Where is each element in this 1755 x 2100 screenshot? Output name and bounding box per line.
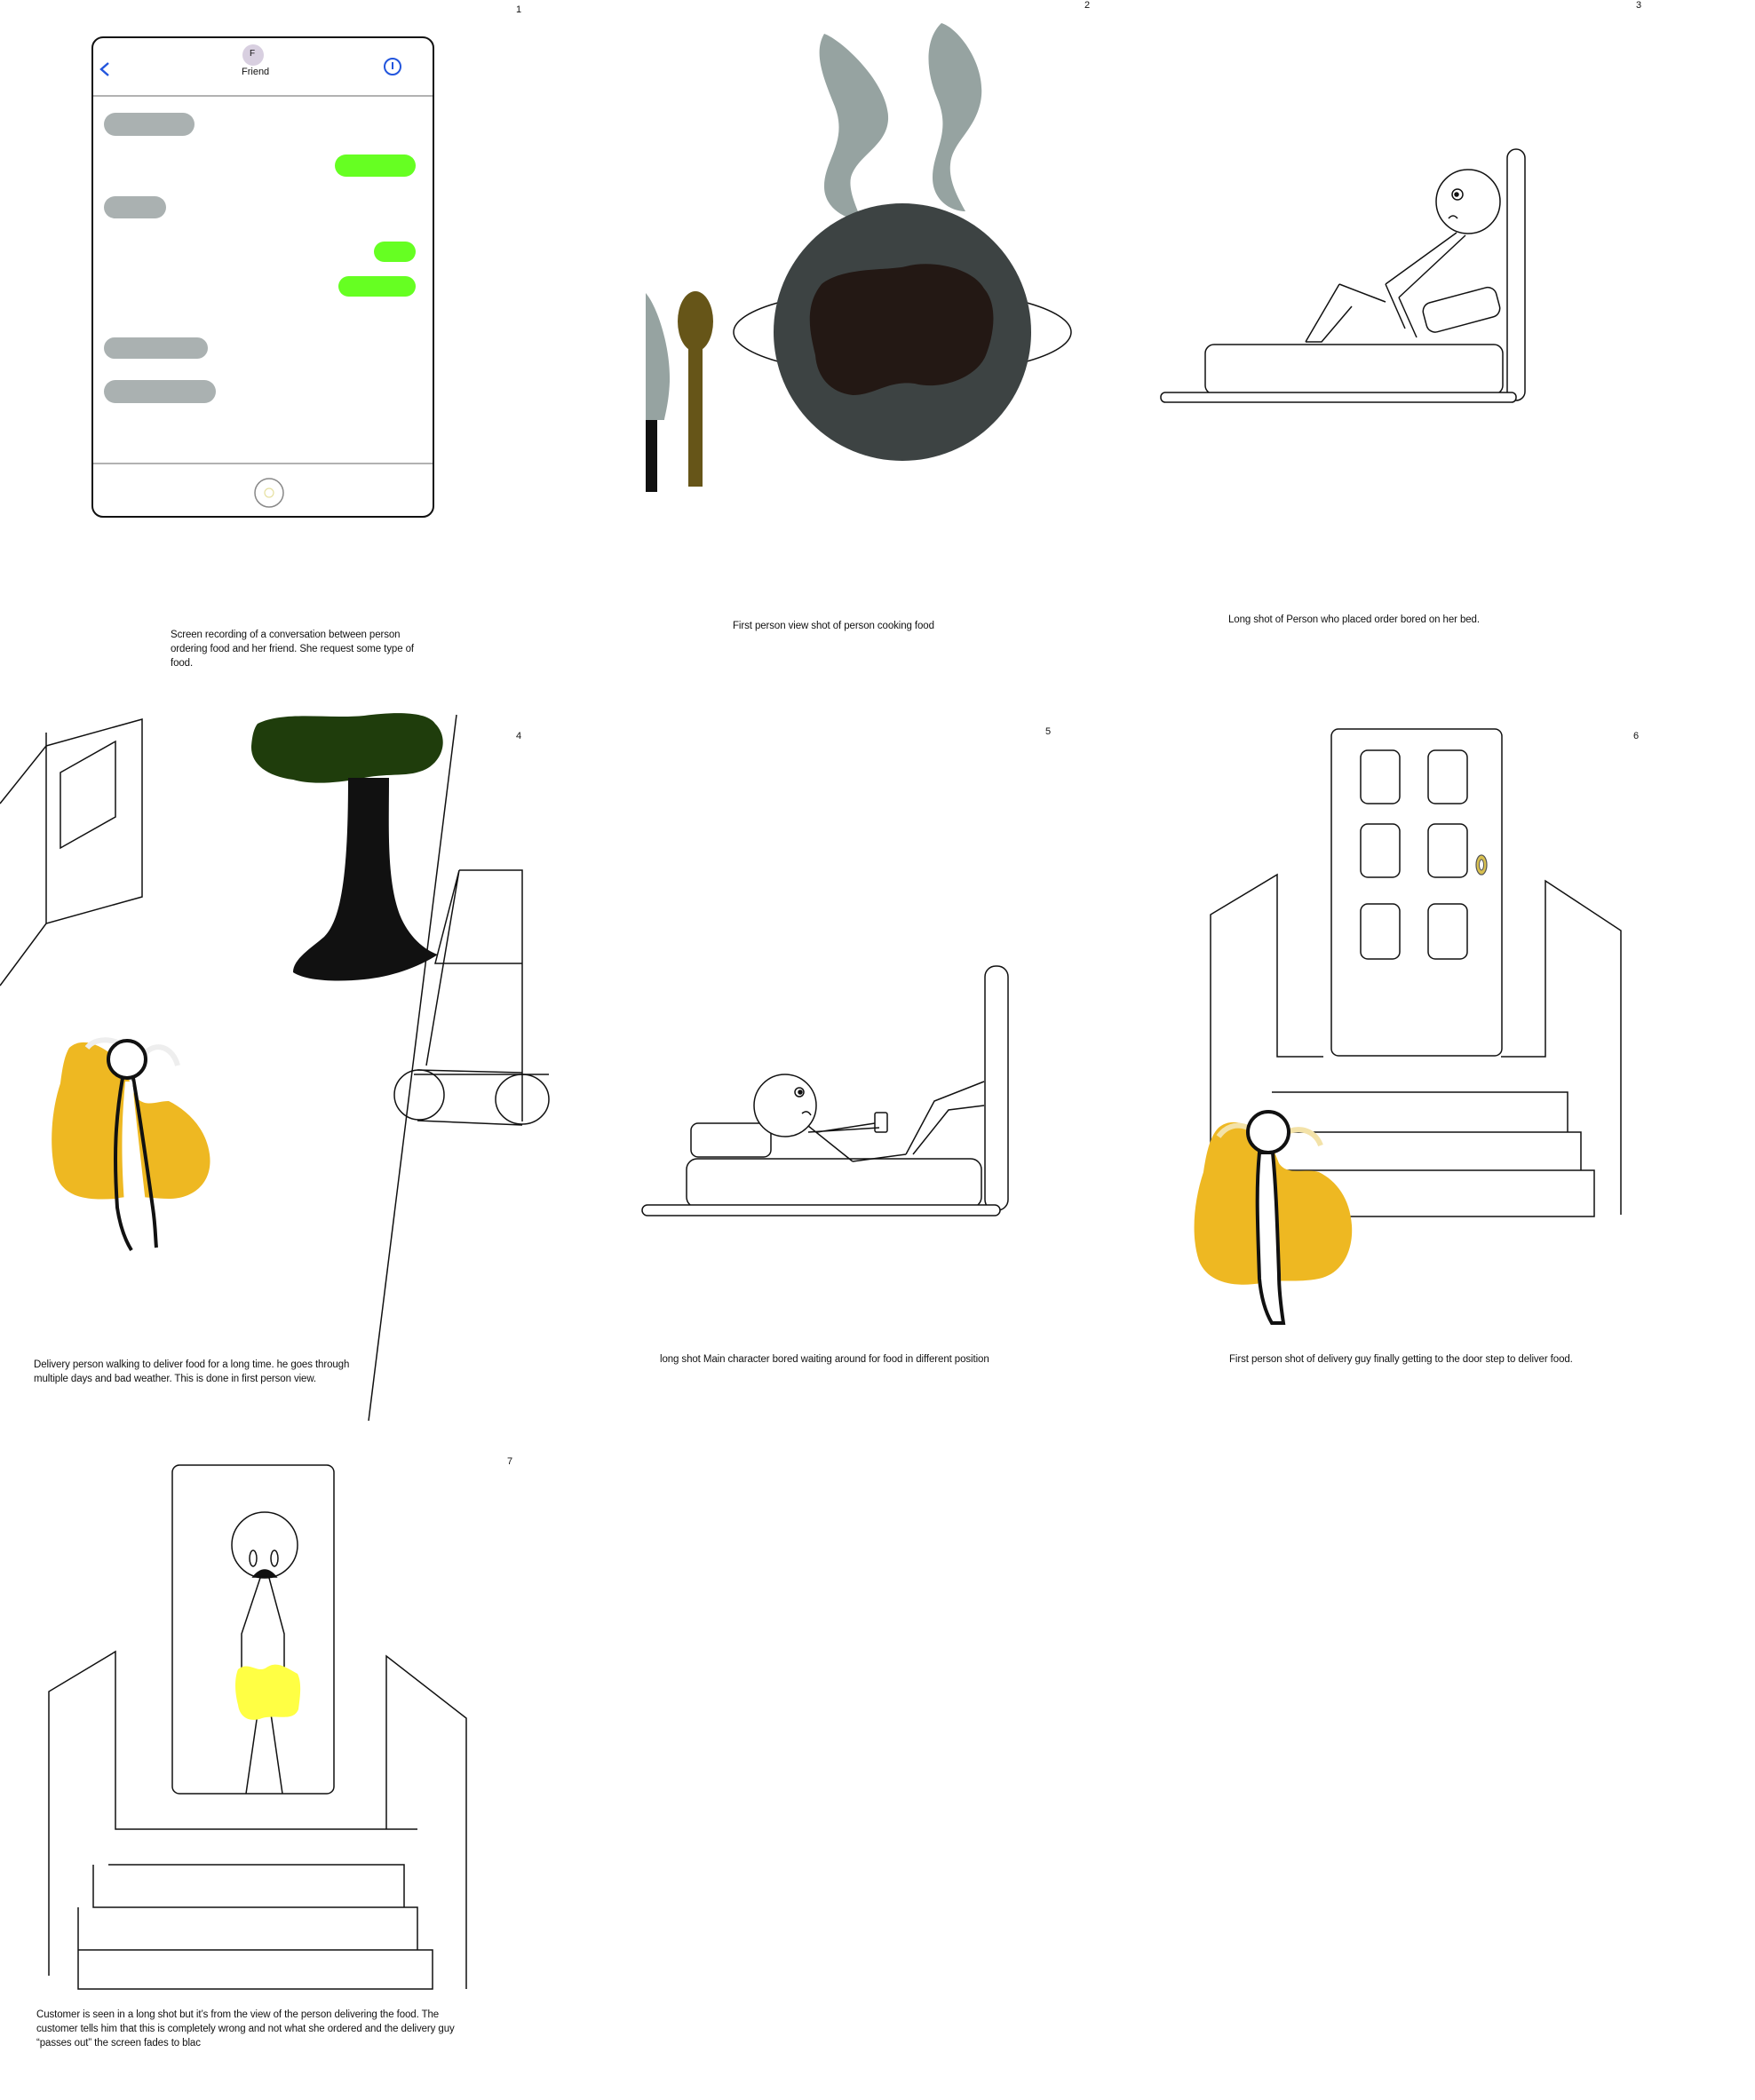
customer-head [231, 1511, 298, 1579]
building-wall [0, 718, 143, 987]
caption-panel-6: First person shot of delivery guy finall… [1229, 1354, 1573, 1365]
bed-headboard [1506, 148, 1526, 401]
tree-trunk [293, 778, 438, 981]
person-body [807, 1081, 985, 1162]
knife-blade [646, 293, 671, 420]
sent-bubble [338, 276, 416, 297]
wall-right [1501, 879, 1622, 1215]
food-bag [235, 1664, 301, 1720]
sent-bubble [335, 155, 416, 177]
caption-panel-4: Delivery person walking to deliver food … [34, 1359, 350, 1384]
spoon-handle [688, 346, 703, 487]
delivery-person-walking [52, 1037, 210, 1252]
pillow [1422, 286, 1501, 333]
panel-number-1: 1 [516, 4, 522, 15]
panel-7-customer-scene [48, 1464, 467, 1990]
panel-1-phone [91, 36, 434, 518]
building-window [60, 740, 116, 850]
panel-number-3: 3 [1636, 0, 1642, 11]
panel-number-7: 7 [507, 1456, 513, 1467]
panel-number-2: 2 [1084, 0, 1091, 11]
bed-frame [1160, 392, 1517, 403]
received-bubble [104, 196, 166, 218]
caption-panel-1: Screen recording of a conversation betwe… [171, 630, 414, 669]
food [809, 264, 994, 395]
bed-headboard [984, 965, 1009, 1211]
person-head [1435, 169, 1501, 234]
bed-mattress [1204, 344, 1504, 395]
pillow [690, 1122, 772, 1158]
cart-wheel [393, 1069, 445, 1121]
person-head [753, 1074, 817, 1137]
panel-2-plate-scene [646, 23, 1072, 492]
received-bubble [104, 337, 208, 359]
received-bubble [104, 380, 216, 403]
sent-bubble [374, 242, 416, 262]
panel-number-6: 6 [1633, 731, 1640, 741]
contact-name: Friend [242, 67, 270, 77]
avatar-letter: F [250, 49, 256, 59]
cart-body [425, 869, 523, 1121]
person-head [107, 1039, 147, 1080]
steps [77, 1864, 433, 1990]
steam-left [819, 34, 889, 220]
caption-panel-7: Customer is seen in a long shot but it’s… [36, 2009, 455, 2048]
panel-5-bed-scene [641, 965, 1009, 1216]
caption-panel-3: Long shot of Person who placed order bor… [1228, 614, 1480, 625]
received-bubble [104, 113, 195, 136]
storyboard-canvas [0, 23, 1622, 1990]
person-head [1246, 1110, 1290, 1154]
spoon-bowl [678, 291, 713, 352]
phone-in-hand [874, 1112, 888, 1133]
panel-number-4: 4 [516, 731, 522, 741]
knife-handle [646, 420, 657, 492]
home-button-icon[interactable] [254, 478, 284, 508]
bed-mattress [686, 1158, 982, 1208]
delivery-person-at-door [1194, 1110, 1353, 1325]
panel-3-bed-scene [1160, 148, 1526, 403]
wall-right [385, 1654, 467, 1989]
tree-canopy [250, 713, 443, 783]
steam-right [928, 23, 982, 211]
bed-frame [641, 1204, 1001, 1216]
front-door[interactable] [1330, 728, 1503, 1057]
caption-panel-2: First person view shot of person cooking… [733, 621, 934, 631]
tree [250, 713, 443, 981]
panel-number-5: 5 [1045, 726, 1052, 737]
caption-panel-5: long shot Main character bored waiting a… [660, 1354, 989, 1365]
